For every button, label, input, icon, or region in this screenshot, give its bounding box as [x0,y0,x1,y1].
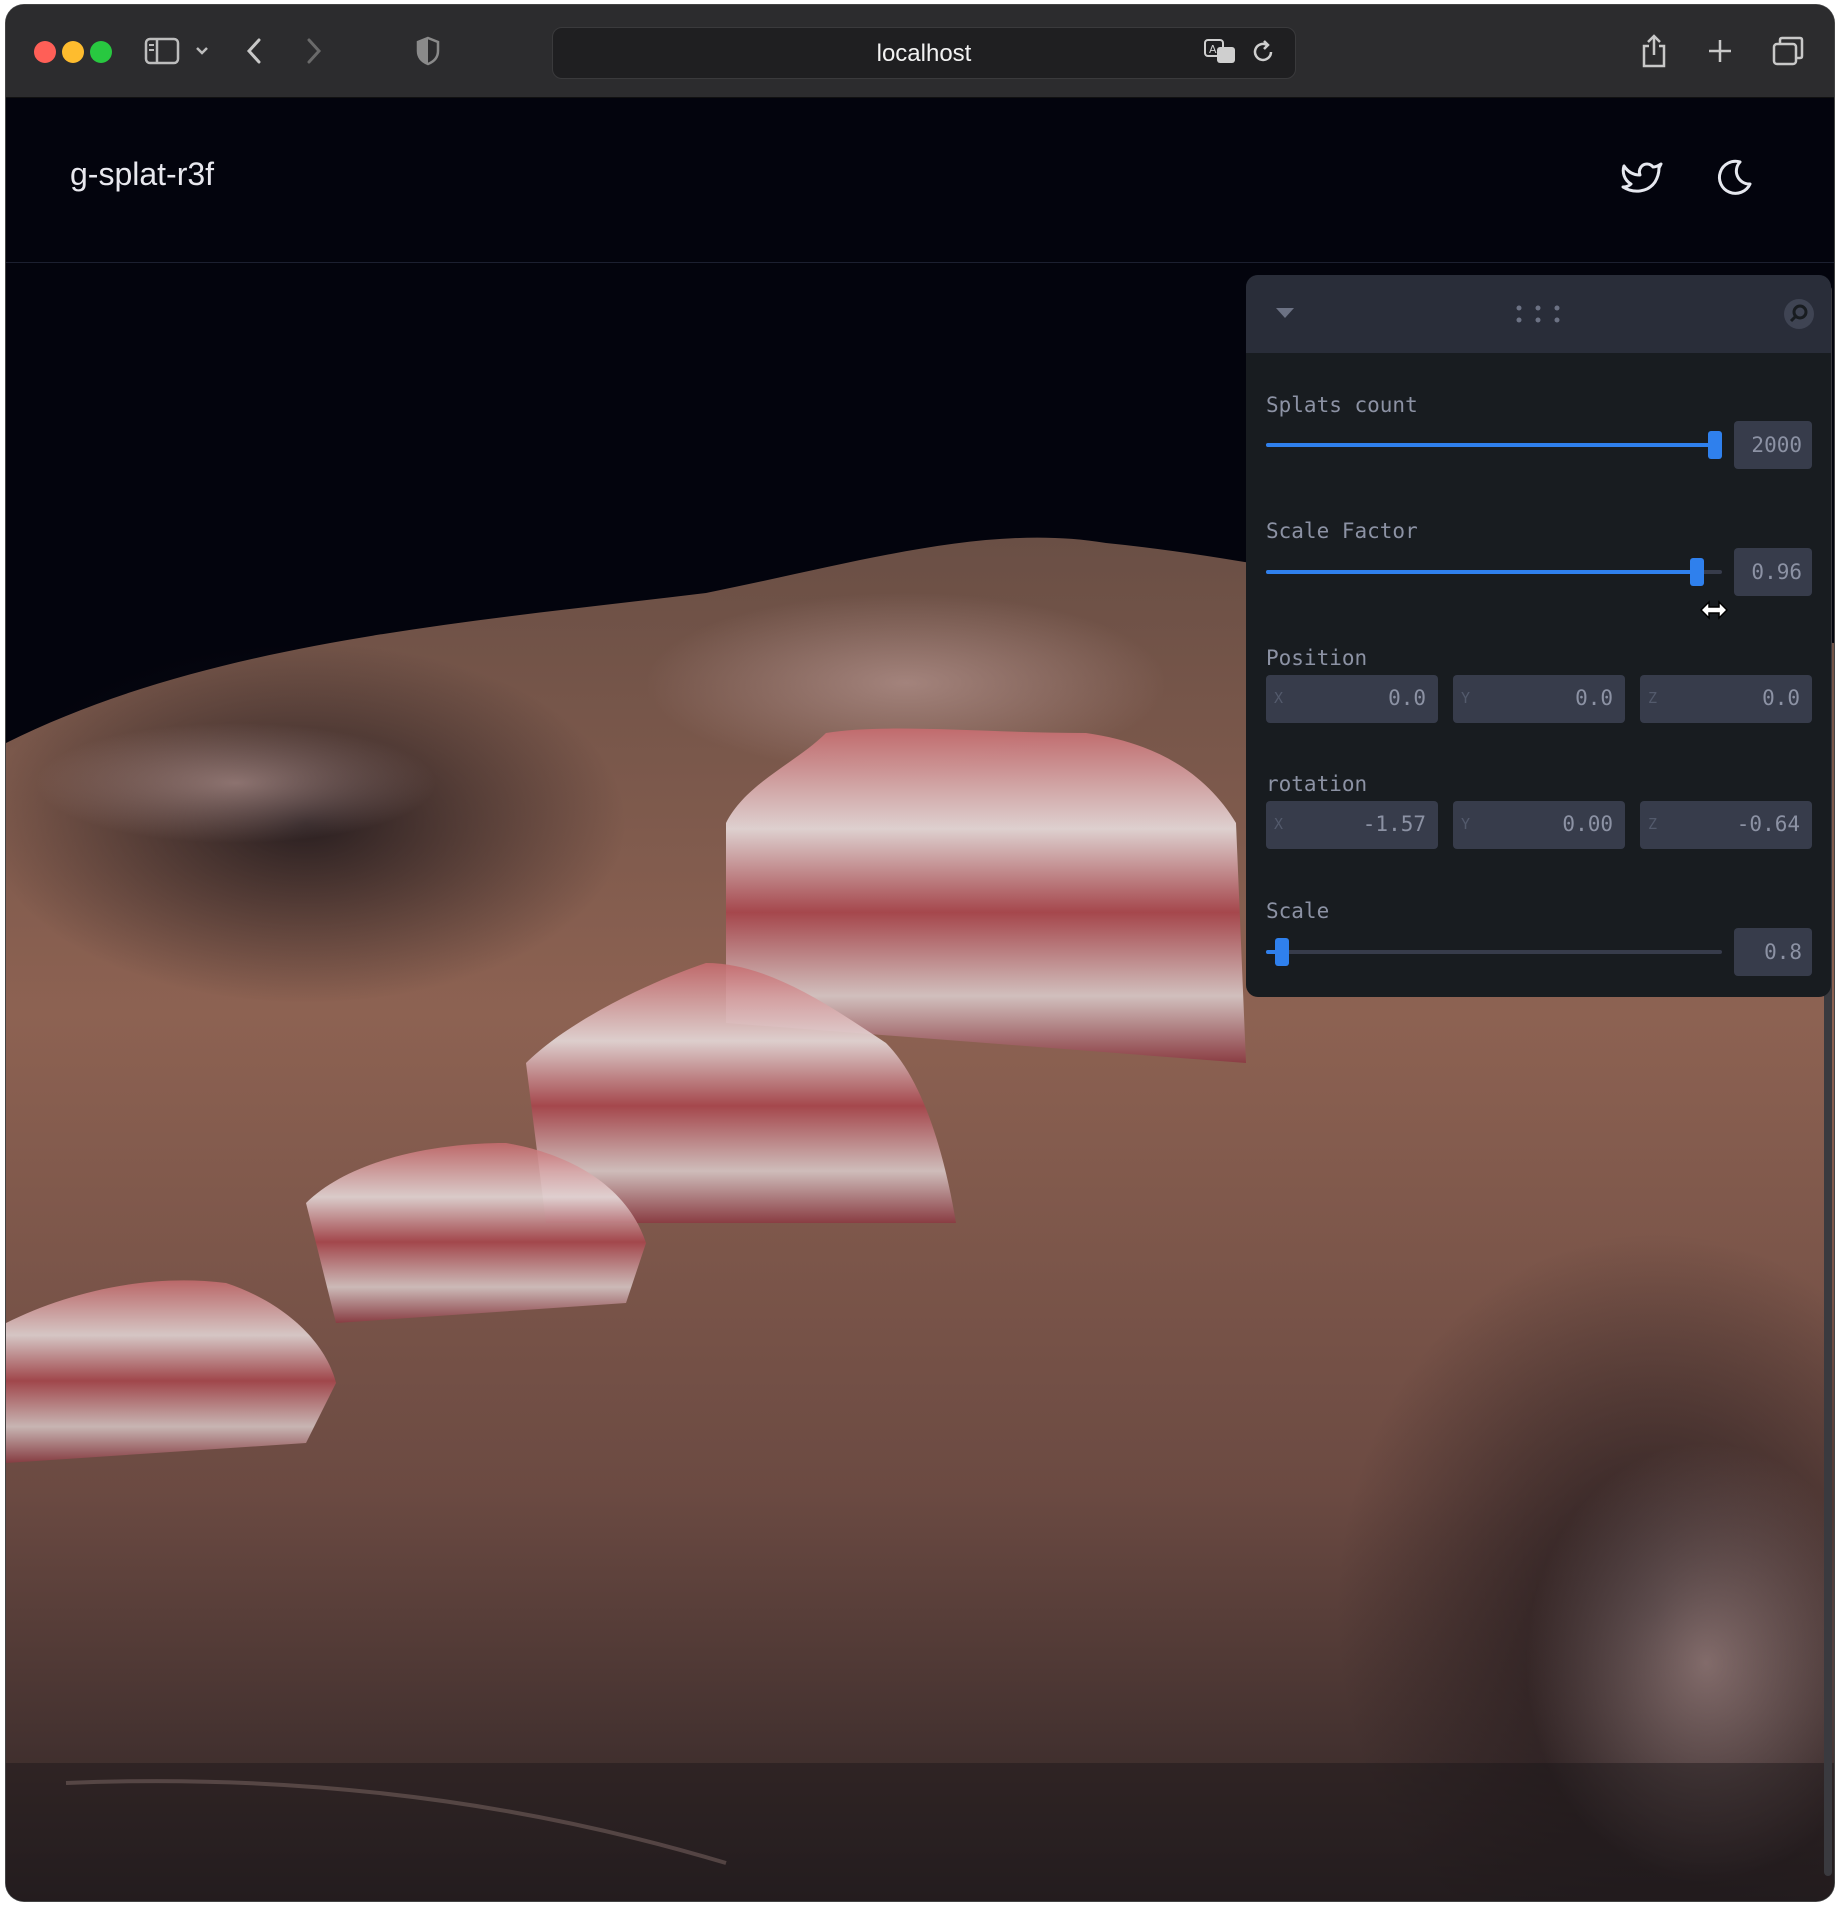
sidebar-icon[interactable] [142,31,182,71]
reload-icon[interactable] [1249,38,1277,71]
slider-thumb[interactable] [1274,938,1289,966]
axis-z-label: Z [1648,689,1658,707]
position-z-field[interactable]: Z 0.0 [1640,675,1812,723]
translate-icon[interactable]: A [1203,38,1237,71]
tabs-icon[interactable] [1768,31,1808,71]
axis-z-label: Z [1648,815,1658,833]
position-x-field[interactable]: X 0.0 [1266,675,1438,723]
position-label: Position [1266,646,1368,670]
rotation-label: rotation [1266,772,1368,796]
position-x-value: 0.0 [1388,686,1426,710]
axis-y-label: Y [1461,815,1471,833]
rotation-z-field[interactable]: Z -0.64 [1640,801,1812,849]
splats-count-slider[interactable] [1266,421,1723,469]
page-content: g-splat-r3f Splats count 2000 Scale Fact… [6,98,1834,1901]
address-bar[interactable]: localhost A [552,27,1296,79]
position-z-value: 0.0 [1762,686,1800,710]
rotation-y-field[interactable]: Y 0.00 [1453,801,1625,849]
forward-icon[interactable] [294,31,334,71]
chevron-down-icon[interactable] [190,31,214,71]
slider-track [1266,950,1722,954]
browser-window: localhost A g-splat-r3f Splats count 200… [6,5,1834,1901]
url-text: localhost [876,40,972,67]
slider-thumb[interactable] [1708,431,1723,459]
maximize-window-button[interactable] [90,41,112,63]
axis-y-label: Y [1461,689,1471,707]
drag-handle-icon[interactable] [1514,303,1562,329]
site-header: g-splat-r3f [6,98,1834,263]
rotation-z-value: -0.64 [1736,812,1800,836]
scale-factor-slider[interactable] [1266,548,1722,596]
controls-panel: Splats count 2000 Scale Factor 0.96 Posi… [1246,275,1831,997]
collapse-icon[interactable] [1274,305,1296,325]
scale-factor-label: Scale Factor [1266,519,1418,543]
close-window-button[interactable] [34,41,56,63]
scale-factor-input[interactable]: 0.96 [1734,548,1812,596]
rotation-x-value: -1.57 [1362,812,1426,836]
axis-x-label: X [1274,689,1284,707]
scale-label: Scale [1266,899,1330,923]
svg-text:A: A [1209,43,1217,56]
axis-x-label: X [1274,815,1284,833]
shield-icon[interactable] [408,31,448,71]
splats-count-label: Splats count [1266,393,1418,417]
twitter-icon[interactable] [1618,154,1666,202]
scale-slider[interactable] [1266,928,1722,976]
minimize-window-button[interactable] [62,41,84,63]
slider-thumb[interactable] [1689,558,1704,586]
rotation-y-value: 0.00 [1562,812,1613,836]
slider-fill [1266,443,1716,447]
position-y-field[interactable]: Y 0.0 [1453,675,1625,723]
new-tab-icon[interactable] [1700,31,1740,71]
moon-icon[interactable] [1710,154,1758,202]
search-icon[interactable] [1782,297,1816,335]
browser-toolbar: localhost A [6,5,1834,98]
scale-input[interactable]: 0.8 [1734,928,1812,976]
back-icon[interactable] [234,31,274,71]
resize-cursor-icon [1699,598,1729,627]
slider-fill [1266,570,1697,574]
share-icon[interactable] [1634,31,1674,71]
rotation-x-field[interactable]: X -1.57 [1266,801,1438,849]
splats-count-input[interactable]: 2000 [1734,421,1812,469]
panel-header[interactable] [1246,275,1831,353]
site-title[interactable]: g-splat-r3f [70,156,214,193]
position-y-value: 0.0 [1575,686,1613,710]
